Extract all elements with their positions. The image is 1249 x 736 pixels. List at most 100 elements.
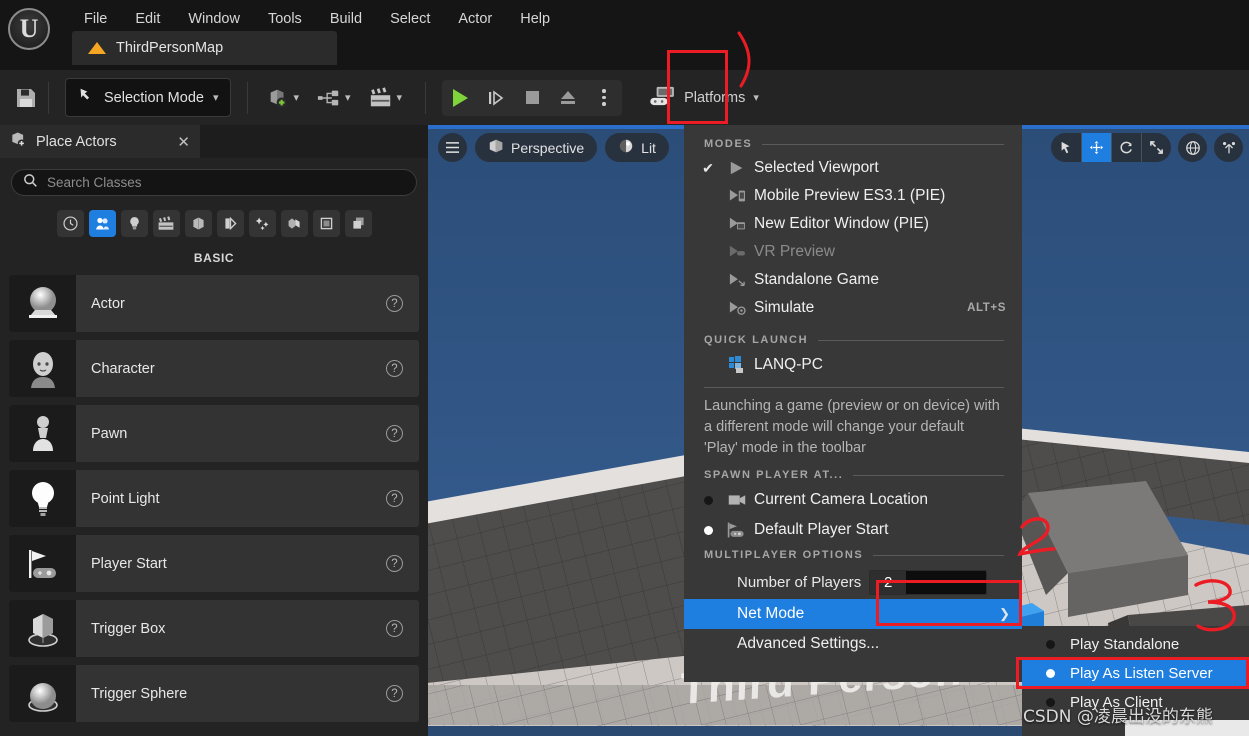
menu-item-label: Simulate	[754, 299, 815, 316]
close-icon[interactable]: ✕	[177, 133, 190, 151]
play-button-group	[442, 79, 623, 116]
category-visual-effects[interactable]	[184, 210, 212, 237]
category-all-classes[interactable]	[280, 210, 308, 237]
menu-item-label: Standalone Game	[754, 271, 879, 288]
menu-item-new-editor-window[interactable]: New Editor Window (PIE)	[684, 210, 1022, 238]
play-button[interactable]	[442, 80, 478, 116]
menu-file[interactable]: File	[70, 4, 121, 34]
blueprints-icon	[317, 90, 339, 105]
list-item-label: Pawn	[91, 425, 128, 442]
cinematics-dropdown[interactable]: ▾	[360, 86, 412, 109]
menu-select[interactable]: Select	[376, 4, 444, 34]
category-buttons	[9, 210, 419, 237]
toolbar-separator-2	[247, 81, 249, 114]
tab-strip: ThirdPersonMap	[72, 31, 337, 65]
category-geometry[interactable]	[216, 210, 244, 237]
category-cinematic[interactable]	[152, 210, 180, 237]
help-question-icon[interactable]: ?	[386, 555, 403, 572]
divider	[762, 143, 1004, 145]
viewport-hamburger-icon[interactable]	[438, 133, 467, 162]
play-mobile-icon	[720, 188, 754, 204]
tab-label: ThirdPersonMap	[116, 40, 224, 56]
list-item[interactable]: Actor ?	[9, 275, 419, 332]
menu-help[interactable]: Help	[506, 4, 564, 34]
menu-edit[interactable]: Edit	[121, 4, 174, 34]
category-basic[interactable]	[88, 210, 116, 237]
list-item-label: Point Light	[91, 490, 160, 507]
menu-item-advanced-settings[interactable]: Advanced Settings...	[684, 629, 1022, 659]
unreal-engine-logo[interactable]: U	[8, 8, 50, 50]
menu-build[interactable]: Build	[316, 4, 376, 34]
view-mode-dropdown[interactable]: Lit	[605, 133, 669, 162]
menu-item-label: Net Mode	[737, 605, 805, 622]
annotation-box-number-of-players	[876, 580, 1022, 626]
multiplayer-header-label: MULTIPLAYER OPTIONS	[704, 549, 864, 561]
skip-button[interactable]	[478, 80, 514, 116]
radio-button[interactable]	[1038, 640, 1062, 649]
blueprints-dropdown[interactable]: ▾	[308, 87, 360, 109]
list-item[interactable]: Trigger Sphere ?	[9, 665, 419, 722]
menu-item-mobile-preview[interactable]: Mobile Preview ES3.1 (PIE)	[684, 182, 1022, 210]
menu-item-selected-viewport[interactable]: ✔ Selected Viewport	[684, 154, 1022, 182]
save-icon[interactable]	[14, 86, 38, 110]
menu-tools[interactable]: Tools	[254, 4, 316, 34]
list-item[interactable]: Trigger Box ?	[9, 600, 419, 657]
menu-item-label: New Editor Window (PIE)	[754, 215, 929, 232]
eject-button[interactable]	[550, 80, 586, 116]
windows-pc-icon	[720, 356, 754, 374]
scale-icon[interactable]	[1141, 133, 1171, 162]
menu-item-label: Mobile Preview ES3.1 (PIE)	[754, 187, 946, 204]
help-question-icon[interactable]: ?	[386, 360, 403, 377]
play-standalone-icon	[720, 272, 754, 288]
category-panel-9[interactable]	[344, 210, 372, 237]
stop-button[interactable]	[514, 80, 550, 116]
search-classes-box[interactable]	[11, 169, 417, 196]
radio-button[interactable]	[696, 495, 720, 505]
help-question-icon[interactable]: ?	[386, 685, 403, 702]
menu-item-standalone-game[interactable]: Standalone Game	[684, 266, 1022, 294]
menu-item-lanq-pc[interactable]: LANQ-PC	[684, 350, 1022, 380]
search-input[interactable]	[47, 175, 405, 190]
list-item[interactable]: Player Start ?	[9, 535, 419, 592]
perspective-dropdown[interactable]: Perspective	[475, 133, 598, 162]
menu-item-current-camera-location[interactable]: Current Camera Location	[684, 485, 1022, 515]
cinematics-icon	[370, 86, 390, 106]
place-actors-tab[interactable]: Place Actors ✕	[0, 125, 200, 158]
radio-button[interactable]	[696, 525, 720, 535]
add-actor-dropdown[interactable]: ▾	[258, 87, 308, 109]
help-question-icon[interactable]: ?	[386, 490, 403, 507]
list-item[interactable]: Character ?	[9, 340, 419, 397]
menu-item-default-player-start[interactable]: Default Player Start	[684, 515, 1022, 545]
rotate-icon[interactable]	[1111, 133, 1141, 162]
cursor-arrow-icon[interactable]	[1051, 133, 1081, 162]
modes-section-header: MODES	[684, 131, 1022, 154]
chevron-down-icon: ▾	[396, 92, 403, 104]
help-question-icon[interactable]: ?	[386, 295, 403, 312]
move-arrows-icon[interactable]	[1081, 133, 1111, 162]
category-lights[interactable]	[120, 210, 148, 237]
play-options-button[interactable]	[586, 80, 622, 116]
category-panel-8[interactable]	[312, 210, 340, 237]
category-recently-placed[interactable]	[56, 210, 84, 237]
place-actors-title: Place Actors	[36, 133, 117, 150]
help-question-icon[interactable]: ?	[386, 425, 403, 442]
modes-header-label: MODES	[704, 138, 753, 150]
divider	[818, 339, 1004, 341]
list-item[interactable]: Point Light ?	[9, 470, 419, 527]
tab-thirdpersonmap[interactable]: ThirdPersonMap	[72, 31, 337, 65]
place-actors-body: BASIC Actor ?	[0, 158, 428, 736]
play-simulate-icon	[720, 300, 754, 316]
snap-axis-icon[interactable]	[1214, 133, 1243, 162]
menu-window[interactable]: Window	[174, 4, 254, 34]
viewport-toolbar-left: Perspective Lit	[438, 133, 669, 162]
globe-icon[interactable]	[1178, 133, 1207, 162]
selection-mode-button[interactable]: Selection Mode ▾	[65, 78, 232, 117]
help-question-icon[interactable]: ?	[386, 620, 403, 637]
menu-actor[interactable]: Actor	[444, 4, 506, 34]
list-item[interactable]: Pawn ?	[9, 405, 419, 462]
menu-item-play-standalone[interactable]: Play Standalone	[1022, 630, 1249, 659]
play-mode-help-text: Launching a game (preview or on device) …	[704, 398, 1000, 456]
menu-item-label: Current Camera Location	[754, 491, 929, 508]
category-volumes[interactable]	[248, 210, 276, 237]
menu-item-simulate[interactable]: Simulate ALT+S	[684, 294, 1022, 322]
